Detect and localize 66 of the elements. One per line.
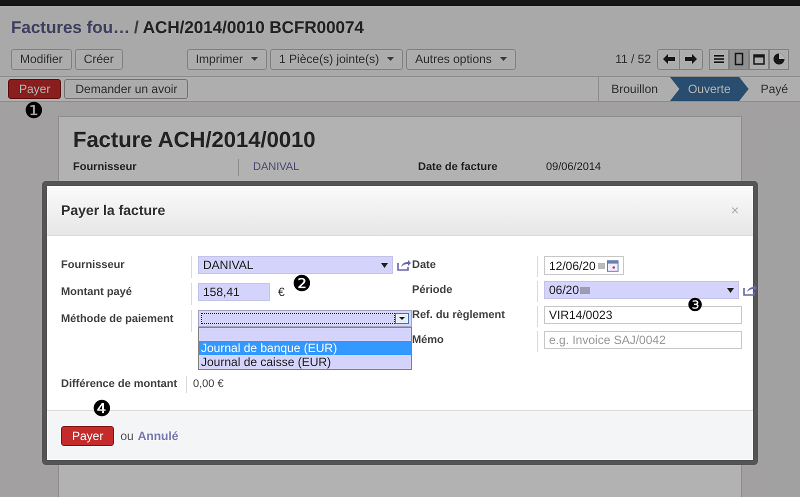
caret-icon[interactable] — [381, 262, 388, 268]
form-view-icon — [732, 52, 746, 66]
previous-button[interactable] — [657, 48, 680, 70]
select-field[interactable]: DANIVAL — [198, 256, 393, 274]
caret-icon — [500, 57, 507, 61]
blurred-mark — [580, 287, 590, 294]
breadcrumb-separator: / — [134, 17, 139, 39]
or-label: ou — [120, 428, 134, 444]
view-switch-button[interactable] — [729, 48, 749, 70]
field-label: Date de facture — [418, 160, 498, 175]
pie-chart-icon — [772, 52, 786, 66]
view-switch-button[interactable] — [749, 48, 769, 70]
arrow-right-icon — [685, 54, 697, 64]
arrow-left-icon — [662, 54, 674, 64]
view-switch-button[interactable] — [709, 48, 729, 70]
field-value: 09/06/2014 — [546, 160, 602, 175]
toolbar-button[interactable]: Créer — [74, 48, 123, 70]
date-field[interactable]: 12/06/20 — [544, 256, 624, 275]
calendar-icon — [752, 52, 766, 66]
field-label: Période — [412, 283, 454, 298]
credit-note-button[interactable]: Demander un avoir — [64, 79, 188, 99]
calendar-icon[interactable] — [607, 260, 619, 272]
field-value: DANIVAL — [238, 159, 418, 176]
input-field[interactable]: 158,41 — [198, 283, 270, 301]
dropdown-option[interactable]: Journal de caisse (EUR) — [199, 355, 411, 369]
record-title: ACH/2014/0010 BCFR00074 — [142, 17, 364, 39]
field-label: Montant payé — [61, 285, 133, 300]
step-marker: ❶ — [24, 100, 44, 122]
menu-button[interactable]: Autres options — [406, 48, 516, 70]
next-button[interactable] — [680, 48, 703, 70]
step-marker: ❷ — [292, 273, 312, 295]
field-label: Fournisseur — [73, 160, 138, 175]
field-label: Ref. du règlement — [412, 308, 506, 323]
toolbar-button[interactable]: Modifier — [11, 48, 72, 70]
list-view-icon — [712, 52, 726, 66]
select-field[interactable] — [198, 310, 412, 327]
field-label: Fournisseur — [61, 258, 126, 273]
currency-label: € — [278, 284, 285, 301]
dialog-title: Payer la facture — [61, 201, 166, 220]
menu-button[interactable]: 1 Pièce(s) jointe(s) — [270, 48, 404, 70]
external-link-icon[interactable] — [397, 259, 411, 271]
field-label: Différence de montant — [61, 377, 178, 392]
breadcrumb-link[interactable]: Factures fou… — [11, 15, 130, 42]
sheet-title: Facture ACH/2014/0010 — [73, 127, 317, 153]
pay-button[interactable]: Payer — [8, 79, 62, 99]
field-value: 0,00 € — [186, 376, 224, 392]
pay-button[interactable]: Payer — [61, 426, 114, 446]
status-step[interactable]: Brouillon — [599, 77, 670, 101]
step-marker: ❹ — [92, 398, 112, 420]
external-link-icon[interactable] — [743, 284, 757, 296]
field-label: Méthode de paiement — [61, 312, 174, 327]
input-field[interactable]: e.g. Invoice SAJ/0042 — [544, 331, 742, 349]
blurred-mark — [598, 262, 606, 268]
caret-icon — [251, 57, 258, 61]
field-label: Date — [412, 258, 437, 273]
caret-icon[interactable] — [727, 288, 734, 292]
view-switch-button[interactable] — [769, 48, 789, 70]
select-field[interactable]: 06/20 — [544, 281, 739, 299]
pager-count: 11 / 52 — [615, 51, 651, 68]
status-step[interactable]: Payé — [748, 77, 800, 101]
cancel-link[interactable]: Annulé — [138, 426, 178, 444]
caret-icon[interactable] — [395, 313, 409, 324]
menu-button[interactable]: Imprimer — [186, 48, 268, 70]
caret-icon — [387, 57, 394, 61]
status-step[interactable]: Ouverte — [670, 77, 749, 101]
field-label: Mémo — [412, 333, 445, 348]
